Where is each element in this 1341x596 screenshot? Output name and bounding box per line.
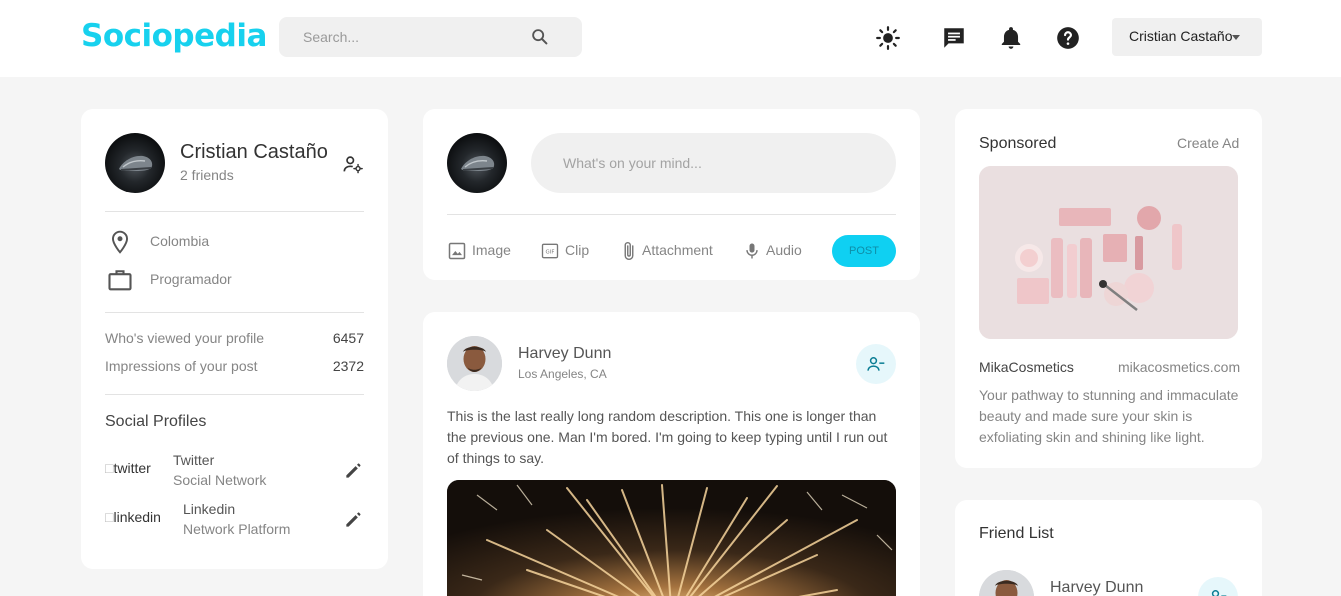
edit-icon[interactable] — [343, 510, 363, 530]
image-action-label: Image — [472, 242, 511, 258]
sponsored-card: Sponsored Create Ad MikaCosmetics mikaco… — [955, 109, 1262, 468]
ad-image[interactable] — [979, 166, 1238, 339]
stat-label: Impressions of your post — [105, 358, 258, 374]
svg-text:GIF: GIF — [546, 250, 555, 256]
gif-icon: GIF — [541, 243, 559, 259]
avatar-image — [119, 155, 153, 171]
create-ad-link[interactable]: Create Ad — [1177, 135, 1239, 151]
whats-on-your-mind-input[interactable]: What's on your mind... — [531, 133, 896, 193]
friend-list-title: Friend List — [979, 525, 1054, 542]
profile-friends-count: 2 friends — [180, 167, 234, 183]
person-remove-icon — [867, 357, 885, 371]
logo[interactable]: Sociopedia — [81, 18, 267, 54]
ad-description: Your pathway to stunning and immaculate … — [979, 387, 1239, 445]
fireworks-image — [447, 480, 896, 596]
work-icon — [108, 270, 132, 291]
attachment-action-label: Attachment — [642, 242, 713, 258]
divider — [105, 211, 364, 212]
sponsored-title: Sponsored — [979, 135, 1057, 152]
cosmetics-image — [979, 166, 1238, 339]
twitter-image-alt: twitter — [113, 460, 151, 476]
light-mode-icon[interactable] — [875, 25, 901, 51]
avatar-image — [461, 155, 495, 171]
post-description: This is the last really long random desc… — [447, 408, 888, 466]
avatar-image — [447, 336, 502, 391]
divider — [105, 312, 364, 313]
chevron-down-icon — [1232, 35, 1240, 40]
social-profiles-title: Social Profiles — [105, 413, 207, 430]
social-name: Linkedin — [183, 501, 236, 517]
avatar[interactable] — [447, 336, 502, 391]
friend-name[interactable]: Harvey Dunn — [1050, 579, 1143, 596]
social-name: Twitter — [173, 452, 215, 468]
divider — [447, 214, 896, 215]
stat-value: 6457 — [332, 330, 364, 346]
search-icon[interactable] — [529, 26, 551, 48]
clip-action-label: Clip — [565, 242, 590, 258]
location-icon — [111, 230, 129, 254]
post-image[interactable] — [447, 480, 896, 596]
remove-friend-button[interactable] — [1198, 577, 1238, 596]
social-type: Social Network — [173, 472, 267, 488]
manage-account-icon[interactable] — [342, 153, 364, 175]
post-button[interactable]: POST — [832, 235, 896, 267]
image-icon — [448, 242, 466, 260]
profile-name[interactable]: Cristian Castaño — [180, 141, 328, 164]
stat-value: 2372 — [332, 358, 364, 374]
attachment-icon — [624, 241, 634, 261]
remove-friend-button[interactable] — [856, 344, 896, 384]
avatar[interactable] — [105, 133, 165, 193]
audio-action-label: Audio — [766, 242, 802, 258]
notification-icon[interactable] — [998, 25, 1024, 51]
post-author-name[interactable]: Harvey Dunn — [518, 345, 611, 363]
linkedin-image: □linkedin — [105, 509, 161, 525]
user-profile-card: Cristian Castaño 2 friends Colombia Prog… — [81, 109, 388, 569]
post-author-location: Los Angeles, CA — [518, 367, 607, 381]
ad-url[interactable]: mikacosmetics.com — [1118, 359, 1240, 375]
ad-brand: MikaCosmetics — [979, 359, 1074, 375]
top-navbar: Sociopedia Cristian Castaño — [0, 0, 1341, 77]
avatar-image — [979, 570, 1034, 596]
profile-occupation: Programador — [150, 271, 232, 287]
microphone-icon — [746, 243, 758, 259]
friend-list-card: Friend List Harvey Dunn — [955, 500, 1262, 596]
feed-post: Harvey Dunn Los Angeles, CA This is the … — [423, 312, 920, 596]
user-dropdown[interactable]: Cristian Castaño — [1112, 18, 1262, 56]
user-dropdown-name: Cristian Castaño — [1129, 28, 1233, 44]
divider — [105, 394, 364, 395]
stat-label: Who's viewed your profile — [105, 330, 265, 346]
composer-placeholder: What's on your mind... — [563, 155, 702, 171]
profile-location: Colombia — [150, 233, 210, 249]
post-composer: What's on your mind... Image GIF Clip At… — [423, 109, 920, 280]
twitter-image: □twitter — [105, 460, 151, 476]
linkedin-image-alt: linkedin — [113, 509, 161, 525]
avatar[interactable] — [447, 133, 507, 193]
message-icon[interactable] — [941, 25, 967, 51]
help-icon[interactable] — [1055, 25, 1081, 51]
search-input[interactable] — [303, 27, 523, 47]
person-remove-icon — [1211, 590, 1227, 596]
search-bar — [279, 17, 582, 57]
edit-icon[interactable] — [343, 461, 363, 481]
social-type: Network Platform — [183, 521, 291, 537]
avatar[interactable] — [979, 570, 1034, 596]
